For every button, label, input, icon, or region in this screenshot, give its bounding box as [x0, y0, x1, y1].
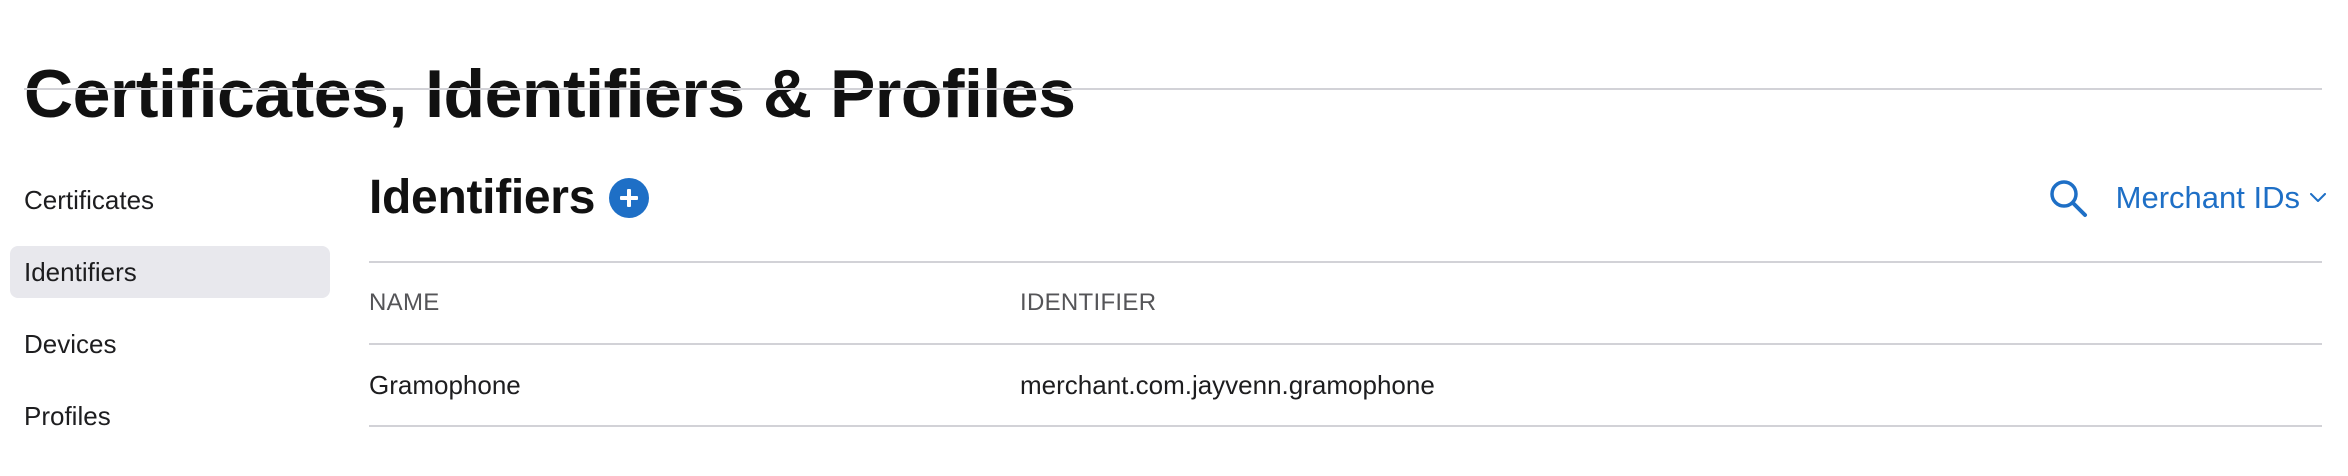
table-header-row: NAME IDENTIFIER	[369, 263, 2322, 343]
sidebar-item-certificates[interactable]: Certificates	[10, 174, 330, 226]
cell-name: Gramophone	[369, 369, 521, 400]
identifiers-table: NAME IDENTIFIER Gramophone merchant.com.…	[369, 261, 2322, 427]
sidebar-item-label: Certificates	[24, 184, 155, 215]
search-icon	[2049, 180, 2087, 217]
search-button[interactable]	[2046, 176, 2090, 220]
title-divider	[24, 88, 2322, 90]
sidebar-item-label: Profiles	[24, 400, 111, 431]
column-header-name[interactable]: NAME	[369, 263, 440, 343]
page-title: Certificates, Identifiers & Profiles	[24, 55, 1076, 132]
section-title: Identifiers	[369, 170, 596, 224]
identifier-type-dropdown[interactable]: Merchant IDs	[2116, 180, 2326, 216]
cell-identifier: merchant.com.jayvenn.gramophone	[1020, 369, 1435, 400]
chevron-down-icon	[2310, 193, 2326, 203]
section-header: Identifiers	[369, 165, 650, 229]
sidebar: Certificates Identifiers Devices Profile…	[10, 174, 330, 462]
sidebar-item-identifiers[interactable]: Identifiers	[10, 246, 330, 298]
table-divider	[369, 425, 2322, 427]
sidebar-item-label: Devices	[24, 328, 117, 359]
sidebar-item-profiles[interactable]: Profiles	[10, 390, 330, 442]
column-header-identifier[interactable]: IDENTIFIER	[1020, 263, 1156, 343]
add-identifier-button[interactable]	[609, 178, 650, 218]
header-tools: Merchant IDs	[2046, 170, 2326, 226]
plus-circle-icon	[620, 189, 639, 207]
sidebar-item-devices[interactable]: Devices	[10, 318, 330, 370]
table-row[interactable]: Gramophone merchant.com.jayvenn.gramopho…	[369, 345, 2322, 425]
dropdown-selected-value: Merchant IDs	[2115, 180, 2300, 215]
sidebar-item-label: Identifiers	[24, 256, 137, 287]
